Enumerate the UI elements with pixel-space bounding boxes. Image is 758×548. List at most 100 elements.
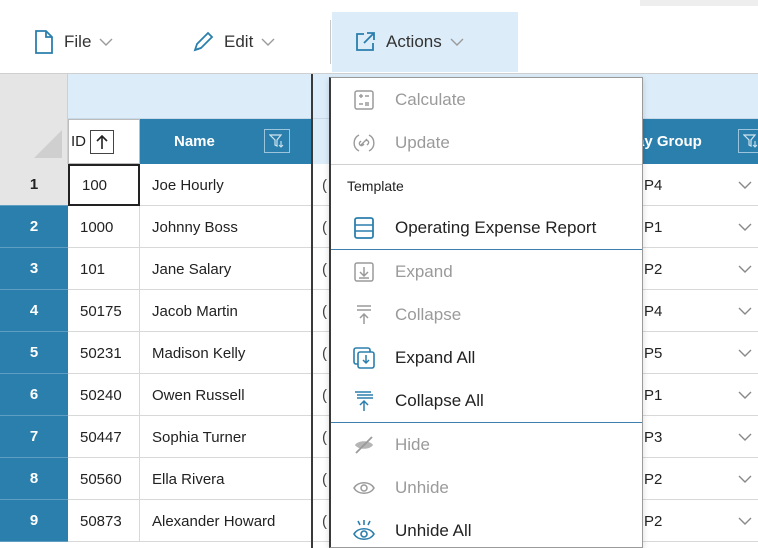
menu-item-expand-all[interactable]: Expand All <box>331 336 642 379</box>
chevron-down-icon[interactable] <box>738 470 752 487</box>
frozen-column-divider[interactable] <box>311 74 313 548</box>
cell-id[interactable]: 50560 <box>68 458 140 500</box>
cell-name[interactable]: Madison Kelly <box>140 332 312 374</box>
cell-partially-hidden[interactable]: ( <box>312 416 328 458</box>
cell-pay-group[interactable]: P5 <box>634 332 758 374</box>
row-number[interactable]: 3 <box>0 248 68 290</box>
chevron-down-icon[interactable] <box>738 218 752 235</box>
cell-id[interactable]: 101 <box>68 248 140 290</box>
menu-item-collapse-all-label: Collapse All <box>395 390 484 410</box>
row-number[interactable]: 4 <box>0 290 68 332</box>
row-number[interactable]: 2 <box>0 206 68 248</box>
menu-item-unhide-all[interactable]: Unhide All <box>331 509 642 547</box>
actions-dropdown-menu: Calculate Update Template Operating Expe… <box>329 77 643 548</box>
edit-menu-button[interactable]: Edit <box>192 12 275 72</box>
actions-menu-button[interactable]: Actions <box>332 12 518 72</box>
cell-partially-hidden[interactable]: ( <box>312 290 328 332</box>
menu-item-collapse-label: Collapse <box>395 304 462 324</box>
cell-id[interactable]: 50447 <box>68 416 140 458</box>
chevron-down-icon[interactable] <box>738 260 752 277</box>
row-number[interactable]: 1 <box>0 164 68 206</box>
cell-partially-hidden[interactable]: ( <box>312 374 328 416</box>
chevron-down-icon[interactable] <box>738 302 752 319</box>
cell-pay-group[interactable]: P3 <box>634 416 758 458</box>
row-number[interactable]: 9 <box>0 500 68 542</box>
menu-item-hide[interactable]: Hide <box>331 423 642 466</box>
cell-name[interactable]: Sophia Turner <box>140 416 312 458</box>
column-header-pay-group-label: ay Group <box>636 133 702 150</box>
menu-item-collapse[interactable]: Collapse <box>331 293 642 336</box>
cell-pay-group[interactable]: P1 <box>634 206 758 248</box>
cell-name[interactable]: Jane Salary <box>140 248 312 290</box>
chevron-down-icon[interactable] <box>738 386 752 403</box>
row-number[interactable]: 5 <box>0 332 68 374</box>
cell-name[interactable]: Jacob Martin <box>140 290 312 332</box>
menu-section-template: Template <box>331 164 642 206</box>
cell-partially-hidden[interactable]: ( <box>312 500 328 542</box>
report-template-icon <box>353 216 375 239</box>
cell-pay-group-value: P1 <box>644 386 663 404</box>
cell-partially-hidden[interactable]: ( <box>312 458 328 500</box>
row-number[interactable]: 7 <box>0 416 68 458</box>
grid-corner[interactable] <box>0 74 68 164</box>
toolbar-separator <box>330 20 331 64</box>
collapse-icon <box>353 304 375 326</box>
expand-all-icon <box>353 346 375 369</box>
column-header-name[interactable]: Name <box>140 119 312 164</box>
menu-item-unhide[interactable]: Unhide <box>331 466 642 509</box>
cell-partially-hidden[interactable]: ( <box>312 332 328 374</box>
toolbar-top-strip <box>640 0 758 6</box>
cell-pay-group[interactable]: P4 <box>634 290 758 332</box>
menu-item-update[interactable]: Update <box>331 121 642 164</box>
filter-icon[interactable] <box>738 129 758 153</box>
cell-pay-group[interactable]: P2 <box>634 248 758 290</box>
chevron-down-icon[interactable] <box>738 344 752 361</box>
eye-icon <box>353 477 375 499</box>
row-number[interactable]: 6 <box>0 374 68 416</box>
cell-id[interactable]: 50175 <box>68 290 140 332</box>
menu-item-collapse-all[interactable]: Collapse All <box>331 379 642 422</box>
file-menu-label: File <box>64 32 92 51</box>
cell-pay-group-value: P2 <box>644 470 663 488</box>
cell-pay-group-value: P4 <box>644 302 663 320</box>
cell-pay-group-value: P4 <box>644 176 663 194</box>
cell-partially-hidden[interactable]: ( <box>312 206 328 248</box>
pencil-icon <box>192 31 214 53</box>
cell-partially-hidden[interactable]: ( <box>312 164 328 206</box>
cell-name[interactable]: Joe Hourly <box>140 164 312 206</box>
menu-item-expand-all-label: Expand All <box>395 347 476 367</box>
column-header-pay-group[interactable]: ay Group <box>634 119 758 164</box>
cell-pay-group[interactable]: P4 <box>634 164 758 206</box>
cell-pay-group[interactable]: P2 <box>634 500 758 542</box>
cell-name[interactable]: Alexander Howard <box>140 500 312 542</box>
collapse-all-icon <box>353 390 375 412</box>
cell-pay-group[interactable]: P1 <box>634 374 758 416</box>
column-header-id[interactable]: ID <box>68 119 140 164</box>
cell-id[interactable]: 50231 <box>68 332 140 374</box>
cell-id[interactable]: 1000 <box>68 206 140 248</box>
cell-id[interactable]: 50240 <box>68 374 140 416</box>
cell-name[interactable]: Ella Rivera <box>140 458 312 500</box>
chevron-down-icon[interactable] <box>738 428 752 445</box>
select-all-triangle[interactable] <box>34 130 62 158</box>
menu-item-operating-expense-report[interactable]: Operating Expense Report <box>331 206 642 249</box>
filter-icon[interactable] <box>264 129 290 153</box>
cell-partially-hidden[interactable]: ( <box>312 248 328 290</box>
cell-name[interactable]: Owen Russell <box>140 374 312 416</box>
cell-name[interactable]: Johnny Boss <box>140 206 312 248</box>
cell-pay-group-value: P5 <box>644 344 663 362</box>
file-menu-button[interactable]: File <box>34 12 113 72</box>
row-number[interactable]: 8 <box>0 458 68 500</box>
chevron-down-icon <box>450 38 464 46</box>
column-header-name-label: Name <box>174 133 215 150</box>
chevron-down-icon[interactable] <box>738 512 752 529</box>
calculator-icon <box>353 89 375 111</box>
cell-pay-group[interactable]: P2 <box>634 458 758 500</box>
cell-id[interactable]: 100 <box>68 164 140 206</box>
menu-item-calculate[interactable]: Calculate <box>331 78 642 121</box>
menu-item-expand[interactable]: Expand <box>331 250 642 293</box>
sort-ascending-icon[interactable] <box>90 129 114 154</box>
chevron-down-icon[interactable] <box>738 176 752 193</box>
cell-pay-group-value: P3 <box>644 428 663 446</box>
cell-id[interactable]: 50873 <box>68 500 140 542</box>
